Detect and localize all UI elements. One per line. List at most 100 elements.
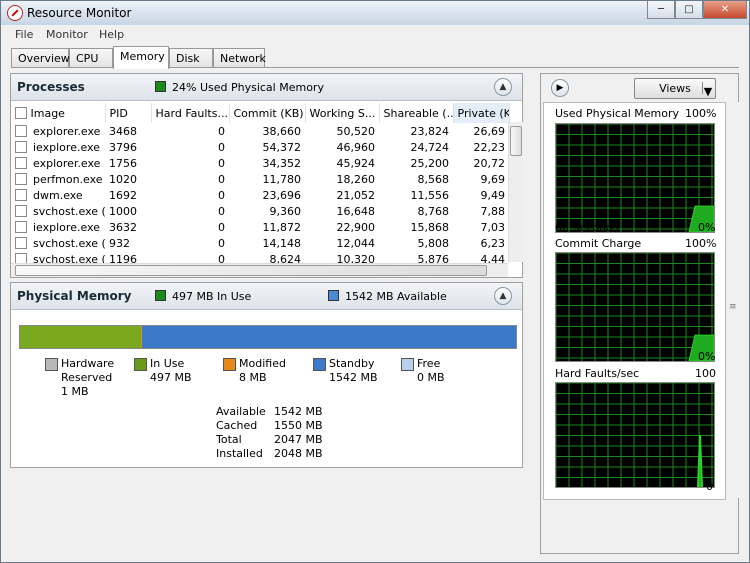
tab-cpu[interactable]: CPU bbox=[69, 48, 113, 67]
tab-memory[interactable]: Memory bbox=[113, 46, 169, 69]
process-cell: 46,960 bbox=[336, 140, 376, 154]
process-checkbox[interactable] bbox=[15, 188, 27, 201]
processes-vertical-scrollbar[interactable] bbox=[508, 122, 523, 262]
legend-free-label: Free bbox=[417, 357, 441, 370]
table-row[interactable]: iexplore.exe 3632 0 11,872 22,900 15,868 7,03 bbox=[11, 219, 509, 235]
process-cell: 22,23 bbox=[473, 140, 506, 154]
column-commit[interactable]: Commit (KB) bbox=[229, 103, 306, 123]
close-button[interactable]: ✕ bbox=[703, 1, 747, 19]
graph-commit-max: 100% bbox=[685, 237, 717, 250]
process-cell: 21,052 bbox=[336, 188, 376, 202]
menu-help[interactable]: Help bbox=[99, 28, 124, 41]
graph-hard-faults-plot bbox=[556, 383, 714, 487]
table-row[interactable]: perfmon.exe 1020 0 11,780 18,260 8,568 9,69 bbox=[11, 171, 509, 187]
summary-total-label: Total bbox=[216, 433, 242, 446]
processes-header[interactable]: Processes 24% Used Physical Memory ▲ bbox=[11, 74, 522, 101]
collapse-processes-button[interactable]: ▲ bbox=[494, 78, 512, 96]
process-cell: 932 bbox=[109, 236, 130, 250]
process-cell: 20,72 bbox=[473, 156, 506, 170]
legend-free-value: 0 MB bbox=[417, 371, 445, 384]
views-button[interactable]: Views ▼ bbox=[634, 78, 716, 99]
process-cell: 22,900 bbox=[336, 220, 376, 234]
table-row[interactable]: svchost.exe (... 932 0 14,148 12,044 5,808 6,2… bbox=[11, 235, 509, 251]
processes-title: Processes bbox=[17, 80, 85, 94]
graph-used-memory-plot bbox=[556, 124, 714, 232]
process-image-name: svchost.exe (... bbox=[33, 236, 105, 250]
process-checkbox[interactable] bbox=[15, 204, 27, 217]
graph-commit-plot bbox=[556, 253, 714, 361]
collapse-physical-memory-button[interactable]: ▲ bbox=[494, 287, 512, 305]
maximize-button[interactable]: □ bbox=[675, 1, 703, 19]
minimize-button[interactable]: ─ bbox=[647, 1, 675, 19]
process-cell: 45,924 bbox=[336, 156, 376, 170]
process-checkbox[interactable] bbox=[15, 172, 27, 185]
column-image[interactable]: Image bbox=[11, 103, 106, 123]
legend-standby-swatch bbox=[313, 358, 326, 371]
processes-vscroll-thumb[interactable] bbox=[510, 126, 522, 156]
summary-cached: Cached 1550 MB bbox=[216, 419, 323, 433]
process-cell: 9,69 bbox=[480, 172, 506, 186]
table-row[interactable]: dwm.exe 1692 0 23,696 21,052 11,556 9,49 bbox=[11, 187, 509, 203]
process-cell: 0 bbox=[218, 204, 225, 218]
table-row[interactable]: iexplore.exe 3796 0 54,372 46,960 24,724 22,23 bbox=[11, 139, 509, 155]
process-cell: 12,044 bbox=[336, 236, 376, 250]
process-cell: 11,556 bbox=[410, 188, 450, 202]
process-cell: 0 bbox=[218, 236, 225, 250]
summary-cached-value: 1550 MB bbox=[274, 419, 323, 432]
collapse-graphs-button[interactable]: ▶ bbox=[551, 79, 569, 97]
process-checkbox[interactable] bbox=[15, 220, 27, 233]
process-checkbox[interactable] bbox=[15, 140, 27, 153]
memory-usage-bar bbox=[19, 325, 517, 349]
process-cell: 18,260 bbox=[336, 172, 376, 186]
legend-free-swatch bbox=[401, 358, 414, 371]
process-image-cell: iexplore.exe bbox=[11, 139, 105, 155]
column-pid[interactable]: PID bbox=[105, 103, 152, 123]
column-working-set[interactable]: Working S... bbox=[305, 103, 380, 123]
table-row[interactable]: svchost.exe (... 1000 0 9,360 16,648 8,768 7,8… bbox=[11, 203, 509, 219]
process-checkbox[interactable] bbox=[15, 124, 27, 137]
process-cell: 11,780 bbox=[262, 172, 302, 186]
process-cell: 3468 bbox=[109, 124, 137, 138]
column-hard-faults[interactable]: Hard Faults... bbox=[151, 103, 230, 123]
process-image-name: svchost.exe (... bbox=[33, 204, 105, 218]
process-cell: 50,520 bbox=[336, 124, 376, 138]
menu-file[interactable]: File bbox=[15, 28, 33, 41]
process-cell: 0 bbox=[218, 172, 225, 186]
process-image-name: iexplore.exe bbox=[33, 220, 100, 234]
process-cell: 7,88 bbox=[480, 204, 506, 218]
process-cell: 15,868 bbox=[410, 220, 450, 234]
menu-monitor[interactable]: Monitor bbox=[46, 28, 88, 41]
process-image-cell: svchost.exe (... bbox=[11, 203, 105, 219]
in-use-text: 497 MB In Use bbox=[172, 290, 252, 303]
process-cell: 3796 bbox=[109, 140, 137, 154]
process-cell: 0 bbox=[218, 188, 225, 202]
legend-modified-label: Modified bbox=[239, 357, 286, 370]
legend-standby-text: Standby 1542 MB bbox=[329, 357, 378, 385]
processes-hscroll-thumb[interactable] bbox=[15, 265, 487, 276]
column-shareable[interactable]: Shareable (... bbox=[379, 103, 454, 123]
table-row[interactable]: explorer.exe 3468 0 38,660 50,520 23,824 26,69 bbox=[11, 123, 509, 139]
process-cell: 3632 bbox=[109, 220, 137, 234]
select-all-checkbox[interactable] bbox=[15, 106, 27, 119]
legend-in-use-label: In Use bbox=[150, 357, 185, 370]
process-cell: 6,23 bbox=[480, 236, 506, 250]
tab-overview[interactable]: Overview bbox=[11, 48, 70, 67]
table-row[interactable]: explorer.exe 1756 0 34,352 45,924 25,200 20,72 bbox=[11, 155, 509, 171]
physical-memory-header[interactable]: Physical Memory 497 MB In Use 1542 MB Av… bbox=[11, 283, 522, 310]
graph-time-span: 60 Seconds bbox=[555, 221, 619, 234]
process-cell: 8,768 bbox=[417, 204, 450, 218]
processes-horizontal-scrollbar[interactable] bbox=[11, 263, 508, 277]
process-image-name: explorer.exe bbox=[33, 156, 101, 170]
tab-disk[interactable]: Disk bbox=[169, 48, 213, 67]
title-bar[interactable]: Resource Monitor ─ □ ✕ bbox=[1, 1, 749, 25]
legend-hardware-label: Hardware bbox=[61, 357, 115, 370]
tab-network[interactable]: Network bbox=[213, 48, 266, 67]
graphs-scrollbar[interactable]: ≡ bbox=[727, 102, 741, 498]
process-checkbox[interactable] bbox=[15, 236, 27, 249]
processes-table: Image PID Hard Faults... Commit (KB) Wor… bbox=[11, 103, 510, 267]
legend-modified-value: 8 MB bbox=[239, 371, 267, 384]
in-use-status: 497 MB In Use bbox=[155, 290, 251, 303]
process-checkbox[interactable] bbox=[15, 156, 27, 169]
column-private[interactable]: Private (K bbox=[453, 103, 510, 123]
process-cell: 14,148 bbox=[262, 236, 302, 250]
